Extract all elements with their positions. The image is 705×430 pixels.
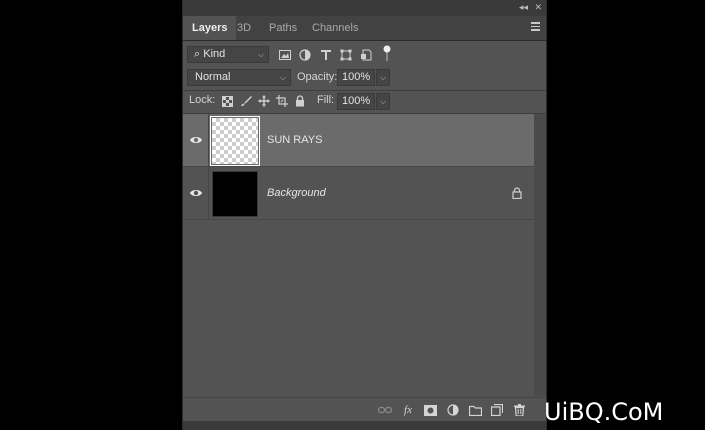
new-layer-icon[interactable] [489,402,505,418]
blend-mode-dropdown[interactable]: Normal ⌵ [187,69,291,86]
adjustment-filter-icon[interactable] [298,48,312,62]
lock-transparent-icon[interactable] [220,94,234,108]
shape-filter-icon[interactable] [339,48,353,62]
eye-icon[interactable] [189,186,203,200]
lock-position-icon[interactable] [257,94,271,108]
filter-toggle-icon[interactable] [380,45,394,61]
chevron-down-icon: ⌵ [257,50,264,59]
lock-all-icon[interactable] [293,94,307,108]
layers-bottom-toolbar: fx [183,397,546,422]
opacity-label: Opacity: [297,71,338,83]
tab-3d[interactable]: 3D [228,16,260,40]
divider [208,167,209,219]
lock-icon[interactable] [512,186,522,200]
divider [208,114,209,166]
lock-artboard-icon[interactable] [275,94,289,108]
layer-name[interactable]: Background [267,167,326,219]
blend-mode-value: Normal [195,71,231,83]
blend-row: Normal ⌵ Opacity: 100% ⌵ [183,68,546,88]
panel-bottom-strip [183,421,546,430]
opacity-input[interactable]: 100% [337,69,375,86]
fx-icon[interactable]: fx [400,402,416,418]
add-mask-icon[interactable] [422,402,438,418]
lock-label: Lock: [189,94,216,106]
smart-object-filter-icon[interactable] [359,48,373,62]
layer-name[interactable]: SUN RAYS [267,114,322,166]
filter-kind-dropdown[interactable]: ⌕ Kind ⌵ [187,46,269,63]
layers-scrollbar[interactable] [534,114,546,396]
chevron-down-icon: ⌵ [279,73,286,82]
filter-row: ⌕ Kind ⌵ [183,44,546,66]
layer-thumbnail [212,171,258,217]
close-panel-button[interactable]: ✕ [534,2,542,13]
layers-panel: ◂◂ ✕ Layers 3D Paths Channels ⌕ Kind ⌵ N… [182,0,547,430]
panel-tab-bar: Layers 3D Paths Channels [183,16,546,41]
watermark-logo: UiBQ.CoM [544,398,664,426]
adjustment-layer-icon[interactable] [445,402,461,418]
filter-kind-label: Kind [203,48,226,60]
image-filter-icon[interactable] [278,48,292,62]
divider [183,219,535,220]
link-layers-icon[interactable] [377,402,393,418]
panel-title-strip: ◂◂ ✕ [183,0,546,17]
collapse-panel-button[interactable]: ◂◂ [519,2,528,13]
fill-input[interactable]: 100% [337,93,375,110]
lock-row: Lock: Fill: 100% ⌵ [183,91,546,112]
layer-thumbnail [210,116,260,166]
hamburger-icon[interactable] [531,22,540,33]
layer-row-background[interactable]: Background [183,167,535,219]
fill-label: Fill: [317,94,335,106]
delete-icon[interactable] [511,402,527,418]
search-icon: ⌕ [194,48,201,60]
eye-icon[interactable] [189,133,203,147]
new-group-icon[interactable] [467,402,483,418]
fill-chevron-down-icon[interactable]: ⌵ [376,93,390,110]
tab-paths[interactable]: Paths [260,16,306,40]
tab-channels[interactable]: Channels [303,16,367,40]
layer-row-sun-rays[interactable]: SUN RAYS [183,114,535,166]
type-filter-icon[interactable] [319,48,333,62]
lock-image-icon[interactable] [239,94,253,108]
opacity-chevron-down-icon[interactable]: ⌵ [376,69,390,86]
